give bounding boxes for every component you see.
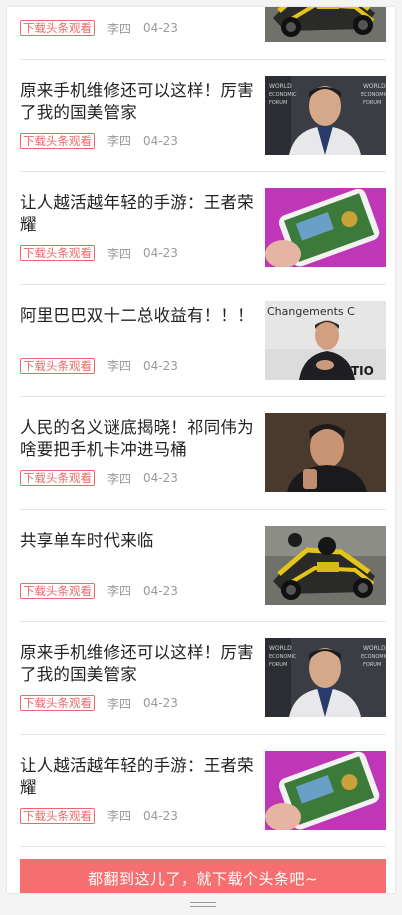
news-meta: 下载头条观看 李四 04-23 [20,357,178,374]
svg-text:ECONOMIC: ECONOMIC [361,92,386,98]
news-title: 共享单车时代来临 [20,530,154,550]
news-meta: 下载头条观看 李四 04-23 [20,582,178,599]
svg-text:FORUM: FORUM [269,100,287,106]
download-tag[interactable]: 下载头条观看 [20,470,95,486]
news-date: 04-23 [143,696,178,710]
news-feed: 下载头条观看 李四 04-23 原来手机维修还可以这样！厉害了我的国美管家 下载头条观看… [7,7,395,847]
news-thumbnail[interactable] [265,750,386,830]
news-meta: 下载头条观看 李四 04-23 [20,132,178,149]
news-title: 让人越活越年轻的手游：王者荣耀 [20,755,254,797]
download-tag[interactable]: 下载头条观看 [20,132,95,149]
news-date: 04-23 [143,133,178,148]
news-item[interactable]: 人民的名义谜底揭晓！祁同伟为啥要把手机卡冲进马桶下载头条观看 李四 04-23 [20,397,386,510]
news-item[interactable]: 下载头条观看 李四 04-23 [20,7,386,60]
news-thumbnail[interactable] [265,188,386,267]
news-title: 人民的名义谜底揭晓！祁同伟为啥要把手机卡冲进马桶 [20,418,254,459]
article-sheet: 下载头条观看 李四 04-23 原来手机维修还可以这样！厉害了我的国美管家 下载头条观看… [7,7,395,893]
news-thumbnail[interactable] [265,525,386,605]
news-thumbnail[interactable]: WORLD ECONOMIC FORUM WORLD ECONOMIC FORUM [265,638,386,717]
news-thumbnail[interactable]: WORLD ECONOMIC FORUM WORLD ECONOMIC FORUM [265,75,386,155]
news-date: 04-23 [143,358,178,373]
news-item[interactable]: 阿里巴巴双十二总收益有！！！ 下载头条观看 李四 04-23 Changements C… [20,285,386,397]
download-tag[interactable]: 下载头条观看 [20,695,95,711]
svg-text:FORUM: FORUM [269,662,287,668]
news-meta: 下载头条观看 李四 04-23 [20,695,178,711]
news-meta: 下载头条观看 李四 04-23 [20,807,178,824]
news-author: 李四 [107,359,132,373]
news-author: 李四 [107,246,132,261]
news-author: 李四 [107,471,132,486]
news-title: 阿里巴巴双十二总收益有！！！ [20,305,254,325]
svg-text:WORLD: WORLD [363,645,386,652]
download-tag[interactable]: 下载头条观看 [20,20,95,36]
news-date: 04-23 [143,246,178,260]
news-title: 原来手机维修还可以这样！厉害了我的国美管家 [20,80,254,122]
svg-text:TIO: TIO [351,364,374,378]
svg-text:FORUM: FORUM [363,100,381,106]
news-item[interactable]: 原来手机维修还可以这样！厉害了我的国美管家下载头条观看 李四 04-23 WORLD E… [20,622,386,735]
news-meta: 下载头条观看 李四 04-23 [20,20,178,36]
download-tag[interactable]: 下载头条观看 [20,245,95,261]
drag-handle-icon[interactable] [190,902,216,908]
download-tag[interactable]: 下载头条观看 [20,582,95,599]
download-app-banner[interactable]: 都翻到这儿了，就下载个头条吧~ [20,859,386,893]
news-thumbnail[interactable]: Changements C TIO [265,300,386,380]
news-thumbnail[interactable] [265,7,386,42]
news-author: 李四 [107,696,132,711]
svg-text:ECONOMIC: ECONOMIC [269,92,297,98]
news-meta: 下载头条观看 李四 04-23 [20,245,178,261]
news-item[interactable]: 让人越活越年轻的手游：王者荣耀下载头条观看 李四 04-23 [20,735,386,847]
svg-text:ECONOMIC: ECONOMIC [361,654,386,660]
svg-text:WORLD: WORLD [363,83,386,90]
news-title: 让人越活越年轻的手游：王者荣耀 [20,193,254,234]
svg-text:WORLD: WORLD [269,83,292,90]
news-item[interactable]: 共享单车时代来临 下载头条观看 李四 04-23 [20,510,386,622]
news-date: 04-23 [143,21,178,35]
news-author: 李四 [107,134,132,148]
news-author: 李四 [107,584,132,598]
news-author: 李四 [107,21,132,36]
svg-text:FORUM: FORUM [363,662,381,668]
news-title: 原来手机维修还可以这样！厉害了我的国美管家 [20,643,254,684]
download-tag[interactable]: 下载头条观看 [20,357,95,374]
news-date: 04-23 [143,471,178,485]
news-item[interactable]: 让人越活越年轻的手游：王者荣耀下载头条观看 李四 04-23 [20,172,386,285]
download-tag[interactable]: 下载头条观看 [20,807,95,824]
svg-text:ECONOMIC: ECONOMIC [269,654,297,660]
svg-text:Changements C: Changements C [267,305,355,318]
svg-text:WORLD: WORLD [269,645,292,652]
news-thumbnail[interactable] [265,413,386,492]
news-author: 李四 [107,809,132,823]
news-meta: 下载头条观看 李四 04-23 [20,470,178,486]
news-date: 04-23 [143,808,178,823]
news-item[interactable]: 原来手机维修还可以这样！厉害了我的国美管家下载头条观看 李四 04-23 WORLD E… [20,60,386,172]
news-date: 04-23 [143,583,178,598]
